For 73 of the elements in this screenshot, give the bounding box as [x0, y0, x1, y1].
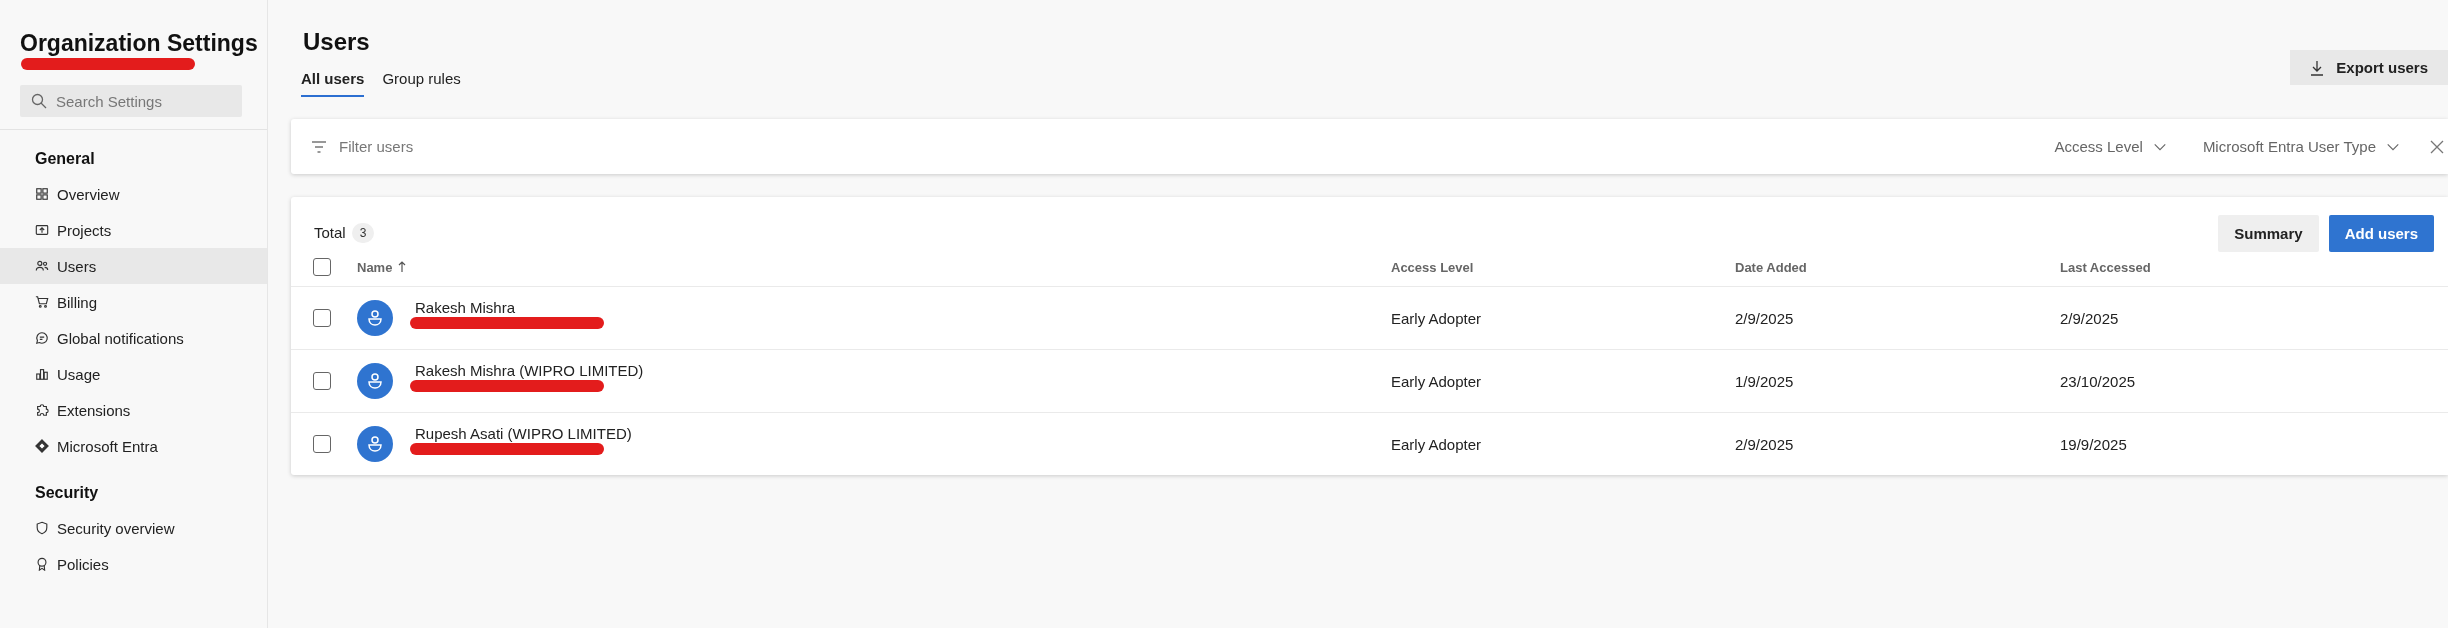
- section-heading: Security: [34, 483, 100, 503]
- nav-label: Security overview: [57, 519, 175, 537]
- page-title: Users: [302, 27, 371, 56]
- users-icon: [35, 259, 49, 273]
- column-header[interactable]: Date Added: [1735, 259, 1807, 275]
- nav-label: Global notifications: [57, 329, 184, 347]
- date-added: 1/9/2025: [1735, 372, 1794, 390]
- puzzle-icon: [35, 403, 49, 417]
- column-header[interactable]: Access Level: [1391, 259, 1474, 275]
- search-icon: [31, 93, 47, 109]
- last-accessed: 19/9/2025: [2060, 435, 2127, 453]
- column-header[interactable]: Name: [357, 259, 407, 275]
- section-heading: General: [34, 149, 96, 169]
- tab[interactable]: All users: [301, 70, 365, 97]
- diamond-icon: [35, 439, 49, 453]
- upload-icon: [35, 223, 49, 237]
- nav-item[interactable]: Policies: [0, 546, 267, 582]
- nav-item[interactable]: Microsoft Entra: [0, 428, 267, 464]
- download-icon: [2310, 59, 2325, 76]
- nav-label: Overview: [57, 185, 120, 203]
- avatar-icon: [357, 426, 393, 462]
- filter-dropdown[interactable]: Microsoft Entra User Type: [2196, 137, 2406, 156]
- search-field[interactable]: Search Settings: [20, 85, 242, 117]
- access-level: Early Adopter: [1391, 309, 1482, 327]
- row-checkbox[interactable]: [313, 372, 331, 390]
- access-level: Early Adopter: [1391, 435, 1482, 453]
- total-label: Total: [314, 224, 346, 241]
- nav-item[interactable]: Extensions: [0, 392, 267, 428]
- row-checkbox[interactable]: [313, 435, 331, 453]
- row-checkbox[interactable]: [313, 309, 331, 327]
- filter-icon: [311, 139, 327, 154]
- nav-item[interactable]: Global notifications: [0, 320, 267, 356]
- shield-icon: [35, 521, 49, 535]
- organization-title: Organization Settings: [20, 30, 259, 57]
- date-added: 2/9/2025: [1735, 435, 1794, 453]
- date-added: 2/9/2025: [1735, 309, 1794, 327]
- nav-item[interactable]: Users: [0, 248, 267, 284]
- nav-label: Usage: [57, 365, 101, 383]
- bar-chart-icon: [35, 367, 49, 381]
- last-accessed: 23/10/2025: [2060, 372, 2136, 390]
- select-all-checkbox[interactable]: [313, 258, 331, 276]
- user-name: Rakesh Mishra: [414, 298, 517, 316]
- nav-label: Policies: [57, 555, 109, 573]
- grid-icon: [35, 187, 49, 201]
- chat-icon: [35, 331, 49, 345]
- access-level: Early Adopter: [1391, 372, 1482, 390]
- sort-up-icon: [398, 261, 407, 273]
- nav-item[interactable]: Billing: [0, 284, 267, 320]
- filter-bar[interactable]: Filter users Access Level Microsoft Entra User Type: [291, 119, 2448, 174]
- total-count: 3: [351, 222, 375, 243]
- nav-label: Microsoft Entra: [57, 437, 158, 455]
- cart-icon: [35, 295, 49, 309]
- nav-label: Projects: [57, 221, 112, 239]
- user-name: Rakesh Mishra (WIPRO LIMITED): [414, 361, 644, 379]
- nav-label: Users: [57, 257, 97, 275]
- nav-item[interactable]: Projects: [0, 212, 267, 248]
- close-icon[interactable]: [2430, 139, 2444, 154]
- avatar-icon: [357, 300, 393, 336]
- user-name: Rupesh Asati (WIPRO LIMITED): [414, 424, 632, 442]
- export-button[interactable]: Export users: [2290, 50, 2448, 85]
- last-accessed: 2/9/2025: [2060, 309, 2119, 327]
- nav-label: Extensions: [57, 401, 131, 419]
- nav-item[interactable]: Security overview: [0, 510, 267, 546]
- nav-item[interactable]: Overview: [0, 176, 267, 212]
- column-header[interactable]: Last Accessed: [2060, 259, 2151, 275]
- nav-item[interactable]: Usage: [0, 356, 267, 392]
- nav-label: Billing: [57, 293, 98, 311]
- tab[interactable]: Group rules: [382, 70, 461, 97]
- summary-button[interactable]: Summary: [2218, 215, 2319, 252]
- add-users-button[interactable]: Add users: [2328, 215, 2434, 252]
- avatar-icon: [357, 363, 393, 399]
- filter-dropdown[interactable]: Access Level: [2048, 137, 2173, 156]
- ribbon-icon: [35, 557, 49, 571]
